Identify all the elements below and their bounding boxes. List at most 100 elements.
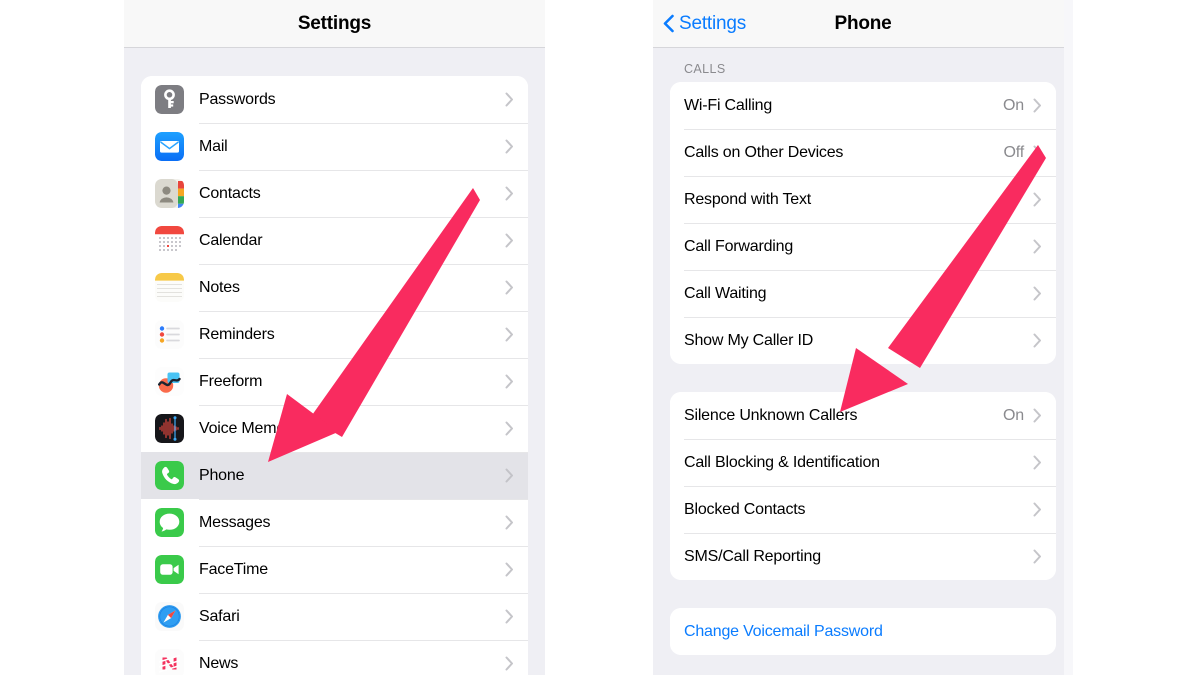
- chevron-right-icon: [1033, 192, 1042, 207]
- chevron-right-icon: [1033, 286, 1042, 301]
- page-title: Settings: [297, 12, 372, 34]
- chevron-right-icon: [505, 186, 514, 201]
- list-item-label: Reminders: [199, 325, 275, 343]
- chevron-right-icon: [1033, 502, 1042, 517]
- chevron-right-icon: [505, 468, 514, 483]
- list-item-respond-with-text[interactable]: Respond with Text: [670, 176, 1056, 223]
- list-item-call-forwarding[interactable]: Call Forwarding: [670, 223, 1056, 270]
- list-item-label: Freeform: [199, 372, 263, 390]
- chevron-right-icon: [505, 139, 514, 154]
- list-item-show-my-caller-id[interactable]: Show My Caller ID: [670, 317, 1056, 364]
- list-item-label: Mail: [199, 137, 228, 155]
- safari-icon: [155, 602, 184, 631]
- phone-page-title: Phone: [834, 12, 892, 34]
- chevron-right-icon: [505, 327, 514, 342]
- notes-icon: [155, 273, 184, 302]
- list-item-label: Wi-Fi Calling: [684, 96, 773, 114]
- panel-right-edge: [1064, 0, 1073, 675]
- calendar-icon: [155, 226, 184, 255]
- chevron-right-icon: [505, 609, 514, 624]
- list-item-phone[interactable]: Phone: [141, 452, 528, 499]
- list-item-value: On: [1003, 96, 1024, 114]
- chevron-right-icon: [505, 233, 514, 248]
- list-item-label: Silence Unknown Callers: [684, 406, 858, 424]
- list-item-label: Blocked Contacts: [684, 500, 806, 518]
- list-item-sms-call-reporting[interactable]: SMS/Call Reporting: [670, 533, 1056, 580]
- list-item-label: Contacts: [199, 184, 261, 202]
- phone-scroll-area[interactable]: CALLS Wi-Fi Calling On Calls on Other Devi…: [653, 48, 1073, 675]
- list-item-blocked-contacts[interactable]: Blocked Contacts: [670, 486, 1056, 533]
- list-item-label: Respond with Text: [684, 190, 812, 208]
- news-icon: [155, 649, 184, 675]
- settings-apps-card: Passwords Mail Contacts Calendar Notes R…: [141, 76, 528, 675]
- list-item-messages[interactable]: Messages: [141, 499, 528, 546]
- chevron-right-icon: [1033, 455, 1042, 470]
- screenshot-stage: Settings Passwords Mail Contacts Calenda…: [0, 0, 1200, 675]
- settings-panel: Settings Passwords Mail Contacts Calenda…: [124, 0, 545, 675]
- settings-navbar: Settings: [124, 0, 545, 48]
- chevron-right-icon: [505, 421, 514, 436]
- reminders-icon: [155, 320, 184, 349]
- list-item-contacts[interactable]: Contacts: [141, 170, 528, 217]
- calls-card: Wi-Fi Calling On Calls on Other Devices Off…: [670, 82, 1056, 364]
- chevron-right-icon: [1033, 98, 1042, 113]
- chevron-right-icon: [1033, 145, 1042, 160]
- contacts-icon: [155, 179, 184, 208]
- list-item-mail[interactable]: Mail: [141, 123, 528, 170]
- list-item-label: Phone: [199, 466, 245, 484]
- list-item-wi-fi-calling[interactable]: Wi-Fi Calling On: [670, 82, 1056, 129]
- list-item-label: Call Waiting: [684, 284, 767, 302]
- list-item-label: Notes: [199, 278, 240, 296]
- row-end-spacer: [1033, 624, 1042, 639]
- chevron-right-icon: [505, 656, 514, 671]
- list-item-silence-unknown-callers[interactable]: Silence Unknown Callers On: [670, 392, 1056, 439]
- list-item-label: News: [199, 654, 239, 672]
- voice-memos-icon: [155, 414, 184, 443]
- blocking-card: Silence Unknown Callers On Call Blocking &…: [670, 392, 1056, 580]
- back-button-label: Settings: [679, 12, 747, 34]
- list-item-label: Messages: [199, 513, 271, 531]
- facetime-icon: [155, 555, 184, 584]
- list-item-call-blocking-identification[interactable]: Call Blocking & Identification: [670, 439, 1056, 486]
- chevron-right-icon: [505, 515, 514, 530]
- list-item-label: Change Voicemail Password: [684, 622, 883, 640]
- chevron-right-icon: [505, 374, 514, 389]
- list-item-voice-memos[interactable]: Voice Memos: [141, 405, 528, 452]
- freeform-icon: [155, 367, 184, 396]
- list-item-calls-on-other-devices[interactable]: Calls on Other Devices Off: [670, 129, 1056, 176]
- chevron-right-icon: [1033, 239, 1042, 254]
- list-item-call-waiting[interactable]: Call Waiting: [670, 270, 1056, 317]
- list-item-safari[interactable]: Safari: [141, 593, 528, 640]
- list-item-facetime[interactable]: FaceTime: [141, 546, 528, 593]
- list-item-label: FaceTime: [199, 560, 268, 578]
- list-item-label: Safari: [199, 607, 240, 625]
- list-item-label: SMS/Call Reporting: [684, 547, 821, 565]
- list-item-label: Show My Caller ID: [684, 331, 814, 349]
- chevron-right-icon: [1033, 549, 1042, 564]
- list-item-calendar[interactable]: Calendar: [141, 217, 528, 264]
- list-item-change-voicemail-password[interactable]: Change Voicemail Password: [670, 608, 1056, 655]
- list-item-label: Call Blocking & Identification: [684, 453, 880, 471]
- list-item-label: Voice Memos: [199, 419, 293, 437]
- list-item-value: On: [1003, 406, 1024, 424]
- list-item-news[interactable]: News: [141, 640, 528, 675]
- settings-scroll-area[interactable]: Passwords Mail Contacts Calendar Notes R…: [124, 48, 545, 675]
- chevron-right-icon: [1033, 333, 1042, 348]
- chevron-right-icon: [505, 562, 514, 577]
- list-item-label: Call Forwarding: [684, 237, 794, 255]
- messages-icon: [155, 508, 184, 537]
- list-item-reminders[interactable]: Reminders: [141, 311, 528, 358]
- phone-icon: [155, 461, 184, 490]
- chevron-right-icon: [505, 92, 514, 107]
- phone-navbar: Settings Phone: [653, 0, 1073, 48]
- phone-settings-panel: Settings Phone CALLS Wi-Fi Calling On Call…: [653, 0, 1073, 675]
- chevron-left-icon: [663, 14, 674, 33]
- list-item-notes[interactable]: Notes: [141, 264, 528, 311]
- calls-section-header: CALLS: [684, 62, 726, 76]
- voicemail-card: Change Voicemail Password: [670, 608, 1056, 655]
- passwords-icon: [155, 85, 184, 114]
- list-item-freeform[interactable]: Freeform: [141, 358, 528, 405]
- chevron-right-icon: [1033, 408, 1042, 423]
- list-item-passwords[interactable]: Passwords: [141, 76, 528, 123]
- back-button[interactable]: Settings: [663, 13, 746, 35]
